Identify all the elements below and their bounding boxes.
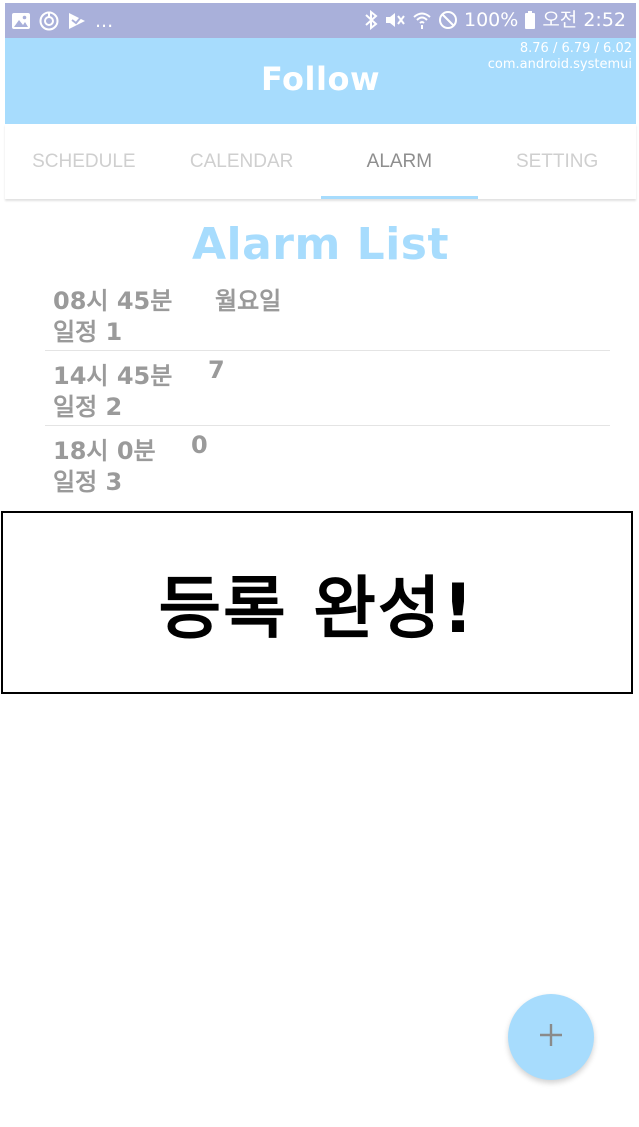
- toast-message: 등록 완성!: [158, 570, 476, 649]
- bluetooth-icon: [364, 10, 378, 30]
- alarm-time: 08시 45분: [53, 287, 173, 315]
- list-item[interactable]: 14시 45분 7 일정 2: [5, 350, 636, 429]
- debug-overlay: 8.76 / 6.79 / 6.02 com.android.systemui: [488, 41, 632, 73]
- dnd-icon: [438, 10, 458, 30]
- debug-process: com.android.systemui: [487, 57, 632, 72]
- wifi-icon: [412, 10, 432, 30]
- alarm-name: 일정 2: [53, 393, 123, 421]
- alarm-time: 18시 0분: [53, 437, 156, 465]
- alarm-name: 일정 3: [53, 468, 123, 496]
- status-system: 100% 오전 2:52: [364, 7, 626, 33]
- battery-percent: 100%: [464, 9, 519, 31]
- app-screen: ... 100% 오전 2:52 Follow 8.76 / 6.79 / 6.…: [1, 3, 636, 1127]
- play-store-icon: [67, 11, 87, 31]
- mute-icon: [384, 10, 406, 30]
- app-header: Follow 8.76 / 6.79 / 6.02 com.android.sy…: [5, 38, 636, 124]
- battery-icon: [524, 10, 536, 30]
- debug-load: 8.76 / 6.79 / 6.02: [519, 41, 632, 56]
- status-bar: ... 100% 오전 2:52: [5, 3, 636, 38]
- tab-calendar[interactable]: CALENDAR: [163, 124, 321, 199]
- tab-setting[interactable]: SETTING: [478, 124, 636, 199]
- alarm-list-title: Alarm List: [191, 219, 450, 270]
- plus-icon: [538, 1022, 564, 1052]
- alarm-list: 08시 45분 월요일 일정 1 14시 45분 7 일정 2 18시 0분 0…: [5, 279, 636, 504]
- alarm-day: 월요일: [215, 287, 282, 315]
- confirmation-toast: 등록 완성!: [1, 511, 633, 694]
- clock: 오전 2:52: [542, 9, 626, 31]
- tab-alarm[interactable]: ALARM: [320, 124, 479, 199]
- tab-bar: SCHEDULE CALENDAR ALARM SETTING: [5, 124, 636, 199]
- list-item[interactable]: 18시 0분 0 일정 3: [5, 425, 636, 504]
- alarm-time: 14시 45분: [53, 362, 173, 390]
- alarm-day: 0: [191, 431, 208, 459]
- alarm-name: 일정 1: [53, 318, 123, 346]
- gallery-icon: [11, 11, 31, 31]
- alarm-day: 7: [208, 356, 225, 384]
- list-item[interactable]: 08시 45분 월요일 일정 1: [5, 279, 636, 354]
- add-alarm-button[interactable]: [508, 994, 594, 1080]
- status-overflow: ...: [95, 10, 114, 32]
- status-notifications: ...: [11, 8, 113, 34]
- location-icon: [39, 11, 59, 31]
- tab-schedule[interactable]: SCHEDULE: [5, 124, 163, 199]
